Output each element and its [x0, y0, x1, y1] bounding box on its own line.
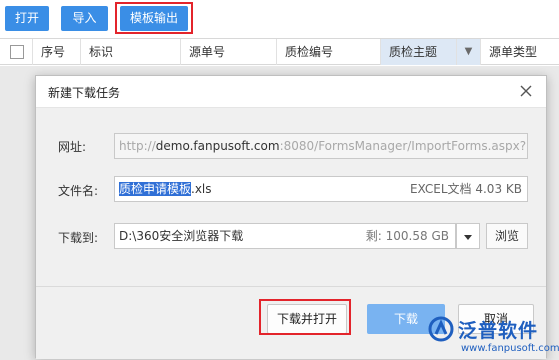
brand-url: www.fanpusoft.com	[461, 343, 559, 354]
saveto-path: D:\360安全浏览器下载	[119, 229, 244, 243]
column-header-qc-no[interactable]: 质检编号	[277, 39, 381, 65]
url-host: demo.fanpusoft.com	[155, 139, 280, 153]
highlight-frame-export	[115, 2, 193, 34]
brand-logo-icon	[428, 316, 454, 342]
column-header-source-type[interactable]: 源单类型	[481, 39, 559, 65]
free-space: 剩: 100.58 GB	[365, 229, 449, 243]
column-header-index[interactable]: 序号	[33, 39, 81, 65]
import-button[interactable]: 导入	[61, 6, 108, 31]
filename-label: 文件名:	[58, 184, 99, 198]
select-all-checkbox[interactable]	[10, 45, 24, 59]
column-header-qc-subject[interactable]: 质检主题	[381, 39, 457, 65]
url-field[interactable]: http://demo.fanpusoft.com:8080/FormsMana…	[114, 133, 528, 159]
brand-name: 泛普软件	[458, 320, 539, 342]
dialog-title: 新建下载任务	[48, 86, 121, 100]
column-header-source-no[interactable]: 源单号	[181, 39, 277, 65]
close-icon[interactable]	[516, 81, 536, 101]
divider	[36, 286, 546, 287]
highlight-frame-download-open	[259, 299, 351, 335]
filename-field[interactable]: 质检申请模板.xls EXCEL文档 4.03 KB	[114, 176, 528, 202]
url-prefix: http://	[119, 139, 156, 153]
browse-button[interactable]: 浏览	[486, 223, 528, 249]
select-all-cell	[0, 39, 33, 65]
chevron-down-icon	[464, 235, 472, 240]
saveto-path-field[interactable]: D:\360安全浏览器下载 剩: 100.58 GB	[114, 223, 456, 249]
filename-extension: .xls	[191, 182, 212, 196]
saveto-dropdown-button[interactable]	[456, 223, 480, 249]
open-button[interactable]: 打开	[5, 6, 49, 31]
url-rest: :8080/FormsManager/ImportForms.aspx?Fo	[279, 139, 528, 153]
filename-selected-text: 质检申请模板	[119, 182, 192, 196]
saveto-label: 下载到:	[58, 231, 99, 245]
column-menu-chevron-icon[interactable]: ▼	[457, 39, 481, 65]
brand-watermark: 泛普软件 www.fanpusoft.com	[428, 314, 559, 360]
toolbar: 打开 导入 模板输出	[0, 0, 559, 38]
table-header: 序号 标识 源单号 质检编号 质检主题 ▼ 源单类型	[0, 38, 559, 65]
url-label: 网址:	[58, 140, 87, 154]
file-meta: EXCEL文档 4.03 KB	[409, 182, 522, 196]
column-header-mark[interactable]: 标识	[81, 39, 181, 65]
dialog-titlebar: 新建下载任务	[36, 76, 546, 108]
